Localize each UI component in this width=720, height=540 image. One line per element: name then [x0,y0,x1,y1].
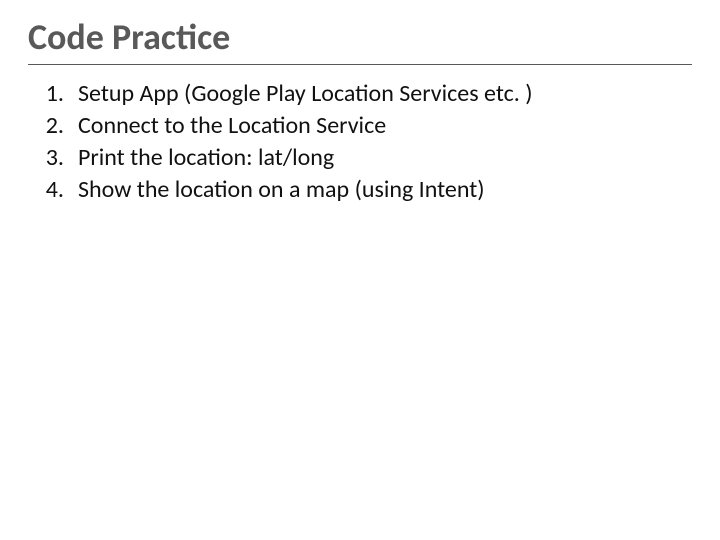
list-text: Print the location: lat/long [78,143,692,173]
ordered-list: 1. Setup App (Google Play Location Servi… [28,79,692,205]
list-item: 1. Setup App (Google Play Location Servi… [28,79,692,109]
list-number: 3. [28,143,78,173]
title-text: Code Practice [28,15,230,59]
list-item: 4. Show the location on a map (using Int… [28,175,692,205]
slide-title: Code Practice [28,18,692,65]
slide: Code Practice 1. Setup App (Google Play … [0,0,720,540]
list-number: 1. [28,79,78,109]
list-number: 2. [28,111,78,141]
list-number: 4. [28,175,78,205]
list-text: Show the location on a map (using Intent… [78,175,692,205]
list-text: Setup App (Google Play Location Services… [78,79,692,109]
list-item: 2. Connect to the Location Service [28,111,692,141]
list-item: 3. Print the location: lat/long [28,143,692,173]
list-text: Connect to the Location Service [78,111,692,141]
